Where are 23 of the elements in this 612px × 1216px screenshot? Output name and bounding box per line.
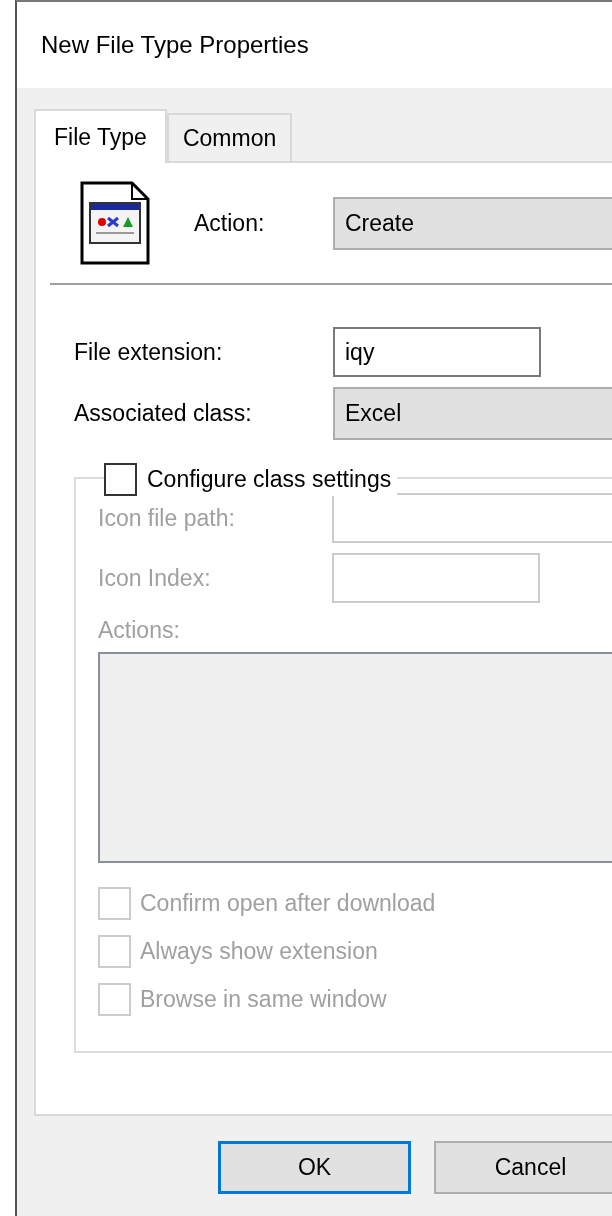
tab[interactable]: File Type xyxy=(34,109,167,163)
checkbox[interactable] xyxy=(104,463,137,496)
tab[interactable]: Common xyxy=(166,113,293,161)
field-label: Icon file path: xyxy=(98,504,236,532)
window-title: New File Type Properties xyxy=(41,31,309,59)
action-dropdown[interactable]: Create xyxy=(333,196,612,250)
class-dropdown[interactable]: Excel xyxy=(333,387,612,440)
dialog-button[interactable]: OK xyxy=(218,1141,411,1194)
checkbox-label: Configure class settings xyxy=(147,466,392,493)
input-field[interactable]: iqy xyxy=(333,327,541,377)
input-field[interactable] xyxy=(332,493,612,543)
field-label: Associated class: xyxy=(74,400,253,427)
dialog-button[interactable]: Cancel xyxy=(434,1141,612,1194)
file-icon xyxy=(80,181,150,265)
checkbox-label: Browse in same window xyxy=(140,986,387,1013)
input-field[interactable] xyxy=(332,553,540,603)
action-label: Action: xyxy=(194,209,266,237)
list-label: Actions: xyxy=(98,617,181,644)
field-label: File extension: xyxy=(74,338,224,366)
field-label: Icon Index: xyxy=(98,564,212,592)
checkbox-label: Confirm open after download xyxy=(140,890,436,917)
actions-list[interactable] xyxy=(98,652,612,863)
checkbox-label: Always show extension xyxy=(140,938,378,965)
